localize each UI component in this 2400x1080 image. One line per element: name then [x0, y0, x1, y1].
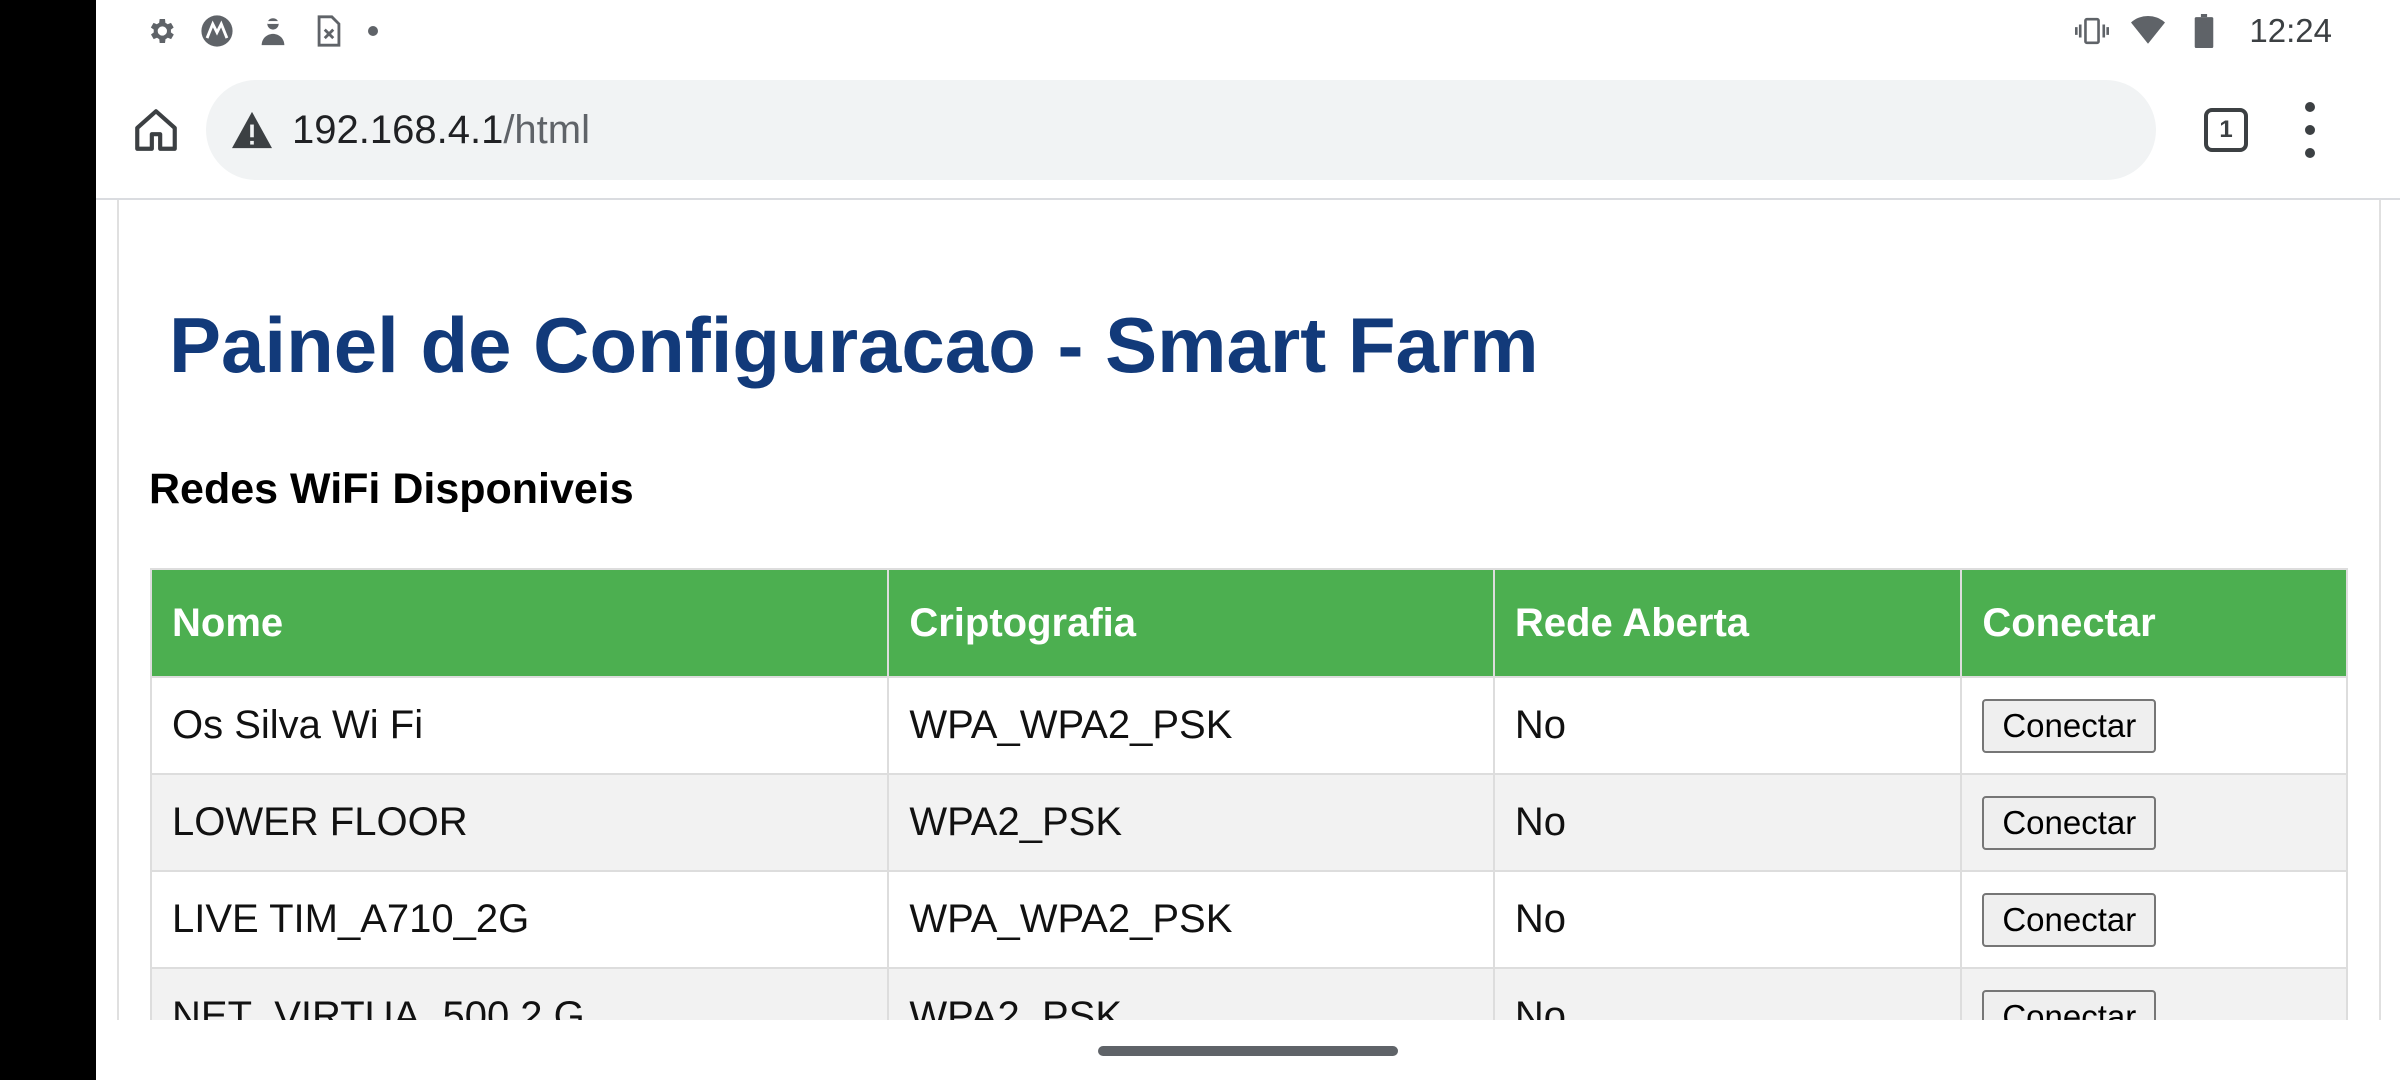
browser-toolbar: 192.168.4.1/html 1 — [96, 62, 2400, 200]
screen-cutout — [0, 0, 96, 1080]
home-gesture-handle[interactable] — [1098, 1046, 1398, 1056]
table-row: LOWER FLOOR WPA2_PSK No Conectar — [149, 773, 2348, 872]
wifi-icon — [2131, 14, 2166, 48]
connect-cell: Conectar — [1960, 676, 2348, 775]
network-name: LIVE TIM_A710_2G — [149, 870, 890, 969]
network-open: No — [1492, 676, 1963, 775]
network-open: No — [1492, 773, 1963, 872]
clock: 12:24 — [2249, 12, 2332, 49]
network-crypto: WPA_WPA2_PSK — [887, 676, 1495, 775]
header-criptografia: Criptografia — [887, 568, 1495, 678]
web-page: Painel de Configuracao - Smart Farm Rede… — [117, 200, 2381, 1020]
incognito-agent-icon — [256, 14, 290, 48]
url-text[interactable]: 192.168.4.1/html — [292, 108, 590, 153]
page-title: Painel de Configuracao - Smart Farm — [169, 301, 1539, 389]
table-header-row: Nome Criptografia Rede Aberta Conectar — [149, 568, 2348, 678]
network-crypto: WPA2_PSK — [887, 773, 1495, 872]
vibrate-icon — [2075, 14, 2110, 48]
settings-icon — [144, 14, 178, 48]
wifi-table: Nome Criptografia Rede Aberta Conectar O… — [149, 568, 2348, 1020]
network-name: NET_VIRTUA_500 2 G — [149, 967, 890, 1020]
network-open: No — [1492, 967, 1963, 1020]
status-bar: 12:24 — [96, 0, 2400, 62]
connect-cell: Conectar — [1960, 870, 2348, 969]
tab-switcher-button[interactable]: 1 — [2204, 108, 2248, 152]
url-path: /html — [503, 107, 590, 152]
network-crypto: WPA2_PSK — [887, 967, 1495, 1020]
more-options-icon[interactable] — [2300, 102, 2320, 158]
connect-button[interactable]: Conectar — [1982, 795, 2157, 850]
gesture-nav-bar — [96, 1020, 2400, 1080]
url-host: 192.168.4.1 — [292, 107, 504, 152]
home-icon — [135, 109, 177, 151]
warning-icon[interactable] — [230, 110, 274, 150]
table-row: Os Silva Wi Fi WPA_WPA2_PSK No Conectar — [149, 676, 2348, 775]
battery-icon — [2187, 14, 2221, 48]
network-crypto: WPA_WPA2_PSK — [887, 870, 1495, 969]
network-name: Os Silva Wi Fi — [149, 676, 890, 775]
table-row: LIVE TIM_A710_2G WPA_WPA2_PSK No Conecta… — [149, 870, 2348, 969]
notification-dot-icon — [368, 26, 378, 36]
table-row: NET_VIRTUA_500 2 G WPA2_PSK No Conectar — [149, 967, 2348, 1020]
network-name: LOWER FLOOR — [149, 773, 890, 872]
address-bar[interactable]: 192.168.4.1/html — [206, 80, 2156, 180]
connect-button[interactable]: Conectar — [1982, 989, 2157, 1020]
connect-button[interactable]: Conectar — [1982, 698, 2157, 753]
sim-card-icon — [312, 14, 346, 48]
header-conectar: Conectar — [1960, 568, 2348, 678]
connect-cell: Conectar — [1960, 773, 2348, 872]
network-open: No — [1492, 870, 1963, 969]
motorola-icon — [200, 14, 234, 48]
connect-button[interactable]: Conectar — [1982, 892, 2157, 947]
header-nome: Nome — [149, 568, 890, 678]
tab-count: 1 — [2219, 116, 2233, 143]
header-rede-aberta: Rede Aberta — [1492, 568, 1963, 678]
section-title: Redes WiFi Disponiveis — [149, 465, 634, 513]
connect-cell: Conectar — [1960, 967, 2348, 1020]
home-button[interactable] — [124, 98, 188, 162]
